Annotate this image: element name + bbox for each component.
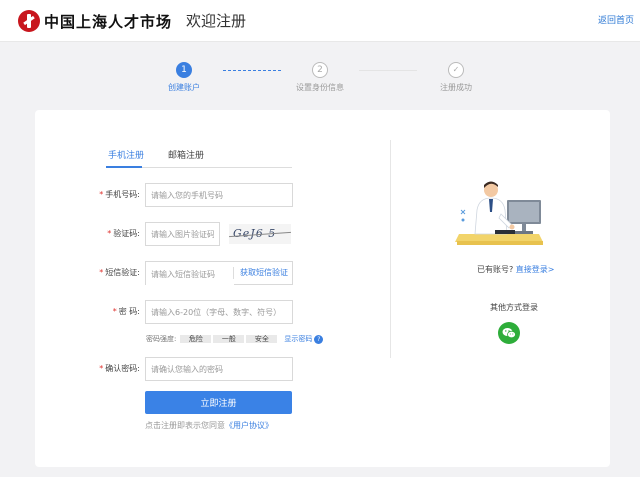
has-account-line: 已有账号? 直接登录> [477,264,555,275]
step-1-number: 1 [176,62,192,78]
vertical-divider [390,140,391,358]
password-input[interactable] [145,300,293,324]
phone-label: * 手机号码: [35,183,140,207]
tab-email-register[interactable]: 邮箱注册 [168,148,204,161]
register-button[interactable]: 立即注册 [145,391,292,414]
register-card: 手机注册 邮箱注册 *手机号码: *验证码: GeJ6 5 *短信验证: 获取短… [35,110,610,467]
site-logo[interactable]: 中国上海人才市场 [18,9,172,33]
step-1-label: 创建账户 [168,83,200,92]
wechat-login-button[interactable] [498,322,520,344]
confirm-password-input[interactable] [145,357,293,381]
required-mark: * [112,307,117,316]
tab-phone-register[interactable]: 手机注册 [108,148,144,161]
confirm-label: * 确认密码: [35,357,140,381]
strength-safe: 安全 [246,335,278,343]
required-mark: * [99,268,104,277]
top-header: 中国上海人才市场 欢迎注册 返回首页 [0,0,640,42]
registration-steps: 1 创建账户 2 设置身份信息 ✓ 注册成功 [0,62,640,102]
get-sms-code-button[interactable]: 获取短信验证 [240,262,288,284]
wechat-icon [502,328,516,339]
has-account-text: 已有账号? [477,265,514,274]
captcha-image[interactable]: GeJ6 5 [229,224,291,244]
confirm-label-text: 确认密码: [105,364,140,373]
captcha-image-text: GeJ6 5 [233,227,277,240]
password-strength: 密码强度: 危险 一般 安全 显示密码? [146,333,324,345]
sms-divider [233,267,234,279]
back-home-link[interactable]: 返回首页 [598,13,634,26]
show-password-link[interactable]: 显示密码? [284,334,324,344]
step-create-account: 1 创建账户 [144,62,224,93]
required-mark: * [107,229,112,238]
office-worker-illustration [455,181,543,245]
show-password-text: 显示密码 [284,335,313,343]
help-icon[interactable]: ? [314,334,324,344]
register-tabs: 手机注册 邮箱注册 [106,144,292,168]
captcha-input[interactable] [145,222,220,246]
step-connector-1 [223,70,281,71]
sms-field: 获取短信验证 [145,261,293,286]
password-label: * 密 码: [35,300,140,324]
strength-medium: 一般 [213,335,245,343]
sms-label: * 短信验证: [35,261,140,285]
step-identity-info: 2 设置身份信息 [280,62,360,93]
logo-emblem-icon [18,10,40,32]
agreement-prefix: 点击注册即表示您同意 [145,421,225,430]
captcha-label-text: 验证码: [113,229,140,238]
sms-code-input[interactable] [146,263,234,286]
strength-label: 密码强度: [146,335,177,343]
required-mark: * [99,364,104,373]
captcha-label: * 验证码: [35,222,140,246]
phone-input[interactable] [145,183,293,207]
step-2-label: 设置身份信息 [296,83,344,92]
sms-label-text: 短信验证: [105,268,140,277]
step-connector-2 [359,70,417,71]
other-login-label: 其他方式登录 [490,303,538,312]
step-2-number: 2 [312,62,328,78]
step-3-label: 注册成功 [440,83,472,92]
direct-login-link[interactable]: 直接登录> [516,265,555,274]
user-agreement-link[interactable]: 《用户协议》 [225,421,273,430]
phone-label-text: 手机号码: [105,190,140,199]
agreement-text: 点击注册即表示您同意《用户协议》 [145,420,273,431]
required-mark: * [99,190,104,199]
page-title: 欢迎注册 [186,12,247,30]
active-tab-indicator [106,166,142,168]
password-label-text: 密 码: [118,307,140,316]
strength-danger: 危险 [180,335,212,343]
step-success: ✓ 注册成功 [416,62,496,93]
logo-text: 中国上海人才市场 [44,12,173,31]
check-icon: ✓ [448,62,464,78]
